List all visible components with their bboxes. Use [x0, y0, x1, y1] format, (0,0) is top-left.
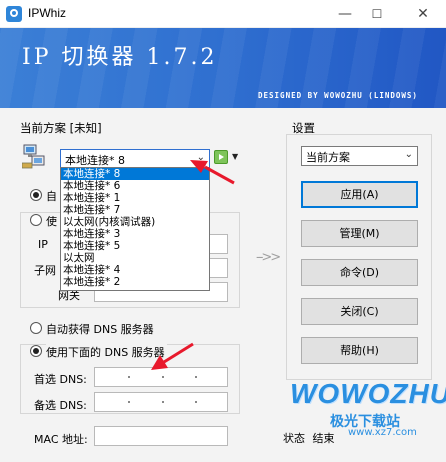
ip-separator	[195, 376, 197, 378]
dropdown-option[interactable]: 以太网	[61, 252, 209, 264]
network-adapter-icon	[22, 144, 45, 169]
dropdown-option[interactable]: 以太网(内核调试器)	[61, 216, 209, 228]
manage-button[interactable]: 管理(M)	[301, 220, 418, 247]
dropdown-option[interactable]: 本地连接* 4	[61, 264, 209, 276]
dns-auto-radio[interactable]	[30, 322, 42, 334]
chevron-down-icon: ⌄	[404, 149, 413, 160]
dropdown-option[interactable]: 本地连接* 8	[61, 168, 209, 180]
scheme-select-value: 当前方案	[306, 151, 350, 164]
app-icon	[6, 6, 22, 22]
watermark-brand: WOWOZHU	[290, 378, 446, 409]
ip-manual-radio[interactable]	[30, 214, 42, 226]
dropdown-option[interactable]: 本地连接* 3	[61, 228, 209, 240]
secondary-dns-input[interactable]	[94, 392, 228, 412]
mac-address-input[interactable]	[94, 426, 228, 446]
dropdown-option[interactable]: 本地连接* 5	[61, 240, 209, 252]
transfer-arrow: -->>	[256, 250, 281, 265]
caret-down-icon[interactable]: ▼	[232, 152, 238, 161]
ip-auto-label: 自	[46, 190, 57, 203]
primary-dns-input[interactable]	[94, 367, 228, 387]
status-value: 结束	[312, 432, 335, 445]
ip-manual-label: 使	[46, 215, 57, 228]
ip-separator	[128, 376, 130, 378]
dns-manual-label: 使用下面的 DNS 服务器	[46, 344, 167, 360]
minimize-button[interactable]: —	[332, 4, 358, 24]
dns-manual-radio[interactable]	[30, 345, 42, 357]
left-group-title: 当前方案 [未知]	[20, 121, 102, 135]
close-button[interactable]: 关闭(C)	[301, 298, 418, 325]
header-banner: IP 切换器 1.7.2 DESIGNED BY WOWOZHU (LINDOW…	[0, 28, 446, 108]
maximize-button[interactable]: ☐	[364, 4, 390, 24]
apply-button[interactable]: 应用(A)	[301, 181, 418, 208]
dropdown-option[interactable]: 本地连接* 1	[61, 192, 209, 204]
dropdown-option[interactable]: 本地连接* 2	[61, 276, 209, 288]
scheme-select[interactable]: 当前方案 ⌄	[301, 146, 418, 166]
watermark-url: www.xz7.com	[348, 427, 417, 438]
ip-separator	[128, 401, 130, 403]
title-bar: IPWhiz — ☐ ✕	[0, 0, 446, 28]
mac-address-label: MAC 地址:	[34, 433, 88, 446]
go-arrow-button[interactable]	[214, 150, 228, 164]
adapter-dropdown-list[interactable]: 本地连接* 8 本地连接* 6 本地连接* 1 本地连接* 7 以太网(内核调试…	[60, 167, 210, 291]
primary-dns-label: 首选 DNS:	[34, 373, 87, 386]
adapter-select-value: 本地连接* 8	[65, 154, 125, 167]
ip-auto-radio[interactable]	[30, 189, 42, 201]
window-title: IPWhiz	[28, 6, 67, 20]
dropdown-option[interactable]: 本地连接* 7	[61, 204, 209, 216]
status-bar: 状态 结束	[283, 430, 335, 446]
close-window-button[interactable]: ✕	[410, 4, 436, 24]
secondary-dns-label: 备选 DNS:	[34, 399, 87, 412]
ip-separator	[162, 376, 164, 378]
dropdown-option[interactable]: 本地连接* 6	[61, 180, 209, 192]
banner-title: IP 切换器 1.7.2	[22, 45, 218, 70]
dns-auto-label: 自动获得 DNS 服务器	[46, 323, 154, 336]
help-button[interactable]: 帮助(H)	[301, 337, 418, 364]
ip-separator	[162, 401, 164, 403]
adapter-select[interactable]: 本地连接* 8 ⌄	[60, 149, 210, 169]
chevron-down-icon: ⌄	[196, 152, 205, 163]
subnet-mask-label: 子网	[34, 264, 56, 277]
ip-address-label: IP	[38, 238, 48, 251]
banner-credit: DESIGNED BY WOWOZHU (LINDOWS)	[258, 91, 418, 100]
status-label: 状态	[283, 432, 305, 445]
watermark: WOWOZHU 极光下载站 www.xz7.com	[290, 378, 446, 438]
command-button[interactable]: 命令(D)	[301, 259, 418, 286]
ip-separator	[195, 401, 197, 403]
